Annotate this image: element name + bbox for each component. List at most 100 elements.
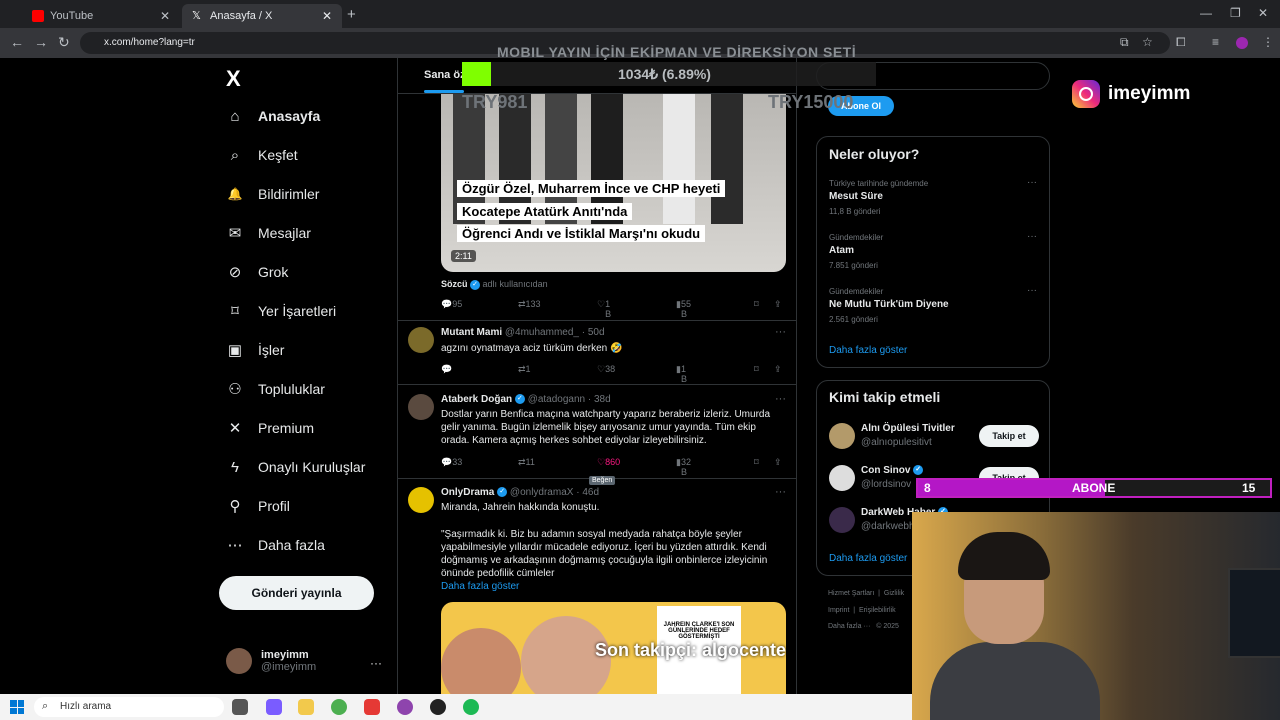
- author-name[interactable]: Ataberk Doğan: [441, 394, 512, 405]
- sidebar-item-premium[interactable]: ✕ Premium: [226, 416, 314, 440]
- more-icon[interactable]: ···: [775, 486, 786, 498]
- share-icon[interactable]: ⇪: [774, 364, 782, 375]
- show-more-link[interactable]: Daha fazla göster: [829, 553, 907, 564]
- like-button[interactable]: ♡ 1 B: [597, 299, 611, 319]
- views-button[interactable]: ▮ 32 B: [676, 457, 691, 477]
- like-button[interactable]: ♡ 38: [597, 364, 615, 375]
- avatar[interactable]: [829, 423, 855, 449]
- repost-button[interactable]: ⇄ 11: [518, 457, 535, 468]
- restore-icon[interactable]: ❐: [1230, 6, 1241, 20]
- close-icon[interactable]: ✕: [322, 9, 332, 23]
- avatar[interactable]: [829, 507, 855, 533]
- reply-button[interactable]: 💬 33: [441, 457, 462, 468]
- menu-icon[interactable]: ⋮: [1262, 35, 1274, 49]
- more-icon[interactable]: ···: [370, 656, 382, 670]
- copilot-icon[interactable]: [266, 699, 282, 715]
- more-icon[interactable]: ···: [775, 326, 786, 338]
- back-icon[interactable]: ←: [10, 34, 24, 50]
- repost-button[interactable]: ⇄ 1: [518, 364, 531, 375]
- reading-list-icon[interactable]: ≡: [1212, 35, 1219, 49]
- share-icon[interactable]: ⇪: [774, 457, 782, 468]
- x-logo[interactable]: X: [226, 66, 241, 92]
- sidebar-item-grok[interactable]: ⊘ Grok: [226, 260, 289, 284]
- cast-icon[interactable]: ⧉: [1120, 35, 1129, 50]
- repost-button[interactable]: ⇄ 133: [518, 299, 541, 310]
- footer-link[interactable]: Erişilebilirlik: [859, 607, 896, 614]
- suggested-name[interactable]: Alnı Öpülesi Tivitler: [861, 423, 955, 434]
- like-tooltip: Beğen: [589, 476, 616, 485]
- sidebar-item-communities[interactable]: ⚇ Topluluklar: [226, 377, 325, 401]
- extensions-icon[interactable]: ⧠: [1176, 35, 1186, 50]
- forward-icon[interactable]: →: [34, 34, 48, 50]
- spotify-icon[interactable]: [463, 699, 479, 715]
- trend-name[interactable]: Mesut Süre: [829, 191, 883, 202]
- author-handle[interactable]: @atadogann: [528, 394, 585, 405]
- tab-for-you[interactable]: Sana öz: [424, 69, 466, 81]
- reply-button[interactable]: 💬 95: [441, 299, 462, 310]
- taskbar-search-input[interactable]: Hızlı arama: [34, 697, 224, 717]
- author-name[interactable]: Mutant Mami: [441, 327, 502, 338]
- footer-link[interactable]: Gizlilik: [884, 590, 904, 597]
- trend-name[interactable]: Atam: [829, 245, 854, 256]
- windows-start-icon[interactable]: [10, 700, 24, 714]
- trend-name[interactable]: Ne Mutlu Türk'üm Diyene: [829, 299, 949, 310]
- avatar[interactable]: [408, 327, 434, 353]
- tweet-time[interactable]: · 38d: [588, 394, 611, 405]
- views-button[interactable]: ▮ 55 B: [676, 299, 691, 319]
- bookmark-icon[interactable]: ⌑: [754, 364, 759, 375]
- show-more-link[interactable]: Daha fazla göster: [441, 581, 519, 592]
- follow-button[interactable]: Takip et: [979, 425, 1039, 447]
- views-button[interactable]: ▮ 1 B: [676, 364, 687, 384]
- file-explorer-icon[interactable]: [298, 699, 314, 715]
- sidebar-item-jobs[interactable]: ▣ İşler: [226, 338, 285, 362]
- author-name[interactable]: OnlyDrama: [441, 487, 494, 498]
- app-icon[interactable]: [430, 699, 446, 715]
- share-icon[interactable]: ⇪: [774, 299, 782, 310]
- sidebar-item-bookmarks[interactable]: ⌑ Yer İşaretleri: [226, 299, 336, 323]
- reload-icon[interactable]: ↻: [58, 34, 70, 51]
- star-icon[interactable]: ☆: [1142, 35, 1153, 49]
- reply-button[interactable]: 💬: [441, 364, 452, 375]
- more-icon[interactable]: ···: [1027, 177, 1037, 188]
- chrome-icon[interactable]: [331, 699, 347, 715]
- minimize-icon[interactable]: —: [1200, 6, 1212, 20]
- avatar[interactable]: [408, 394, 434, 420]
- tweet-time[interactable]: · 50d: [582, 327, 605, 338]
- tweet-time[interactable]: · 46d: [576, 487, 599, 498]
- account-switcher[interactable]: imeyimm @imeyimm: [226, 648, 316, 674]
- tab-youtube[interactable]: YouTube ✕: [22, 4, 180, 28]
- more-icon[interactable]: ···: [775, 393, 786, 405]
- footer-link[interactable]: Imprint: [828, 607, 849, 614]
- close-window-icon[interactable]: ✕: [1258, 6, 1268, 20]
- suggested-name[interactable]: Con Sinov ✓: [861, 465, 924, 476]
- tab-x-home[interactable]: 𝕏 Anasayfa / X ✕: [182, 4, 342, 28]
- sidebar-item-more[interactable]: ⋯ Daha fazla: [226, 533, 325, 557]
- avatar[interactable]: [829, 465, 855, 491]
- tweet-video[interactable]: Özgür Özel, Muharrem İnce ve CHP heyeti …: [441, 94, 786, 272]
- author-handle[interactable]: @onlydramaX: [510, 487, 574, 498]
- sidebar-item-messages[interactable]: ✉ Mesajlar: [226, 221, 311, 245]
- bookmark-icon[interactable]: ⌑: [754, 299, 759, 310]
- author-handle[interactable]: @4muhammed_: [505, 327, 579, 338]
- sidebar-item-profile[interactable]: ⚲ Profil: [226, 494, 290, 518]
- profile-avatar-icon[interactable]: [1236, 37, 1248, 49]
- show-more-link[interactable]: Daha fazla göster: [829, 345, 907, 356]
- new-tab-icon[interactable]: +: [347, 6, 356, 23]
- footer-link[interactable]: Daha fazla ···: [828, 623, 870, 630]
- avatar[interactable]: [408, 487, 434, 513]
- bookmark-icon[interactable]: ⌑: [754, 457, 759, 468]
- footer-link[interactable]: Hizmet Şartları: [828, 590, 874, 597]
- post-button[interactable]: Gönderi yayınla: [219, 576, 374, 610]
- video-source[interactable]: Sözcü ✓ adlı kullanıcıdan: [441, 279, 548, 290]
- sidebar-item-verified-orgs[interactable]: ϟ Onaylı Kuruluşlar: [226, 455, 365, 479]
- like-button[interactable]: ♡ 860: [597, 457, 620, 468]
- more-icon[interactable]: ···: [1027, 231, 1037, 242]
- close-icon[interactable]: ✕: [160, 9, 170, 23]
- wps-icon[interactable]: [364, 699, 380, 715]
- more-icon[interactable]: ···: [1027, 285, 1037, 296]
- sidebar-item-home[interactable]: ⌂ Anasayfa: [226, 104, 320, 128]
- sidebar-item-explore[interactable]: ⌕ Keşfet: [226, 143, 298, 167]
- obs-icon[interactable]: [397, 699, 413, 715]
- task-view-icon[interactable]: [232, 699, 248, 715]
- sidebar-item-notifications[interactable]: 🔔 Bildirimler: [226, 182, 320, 206]
